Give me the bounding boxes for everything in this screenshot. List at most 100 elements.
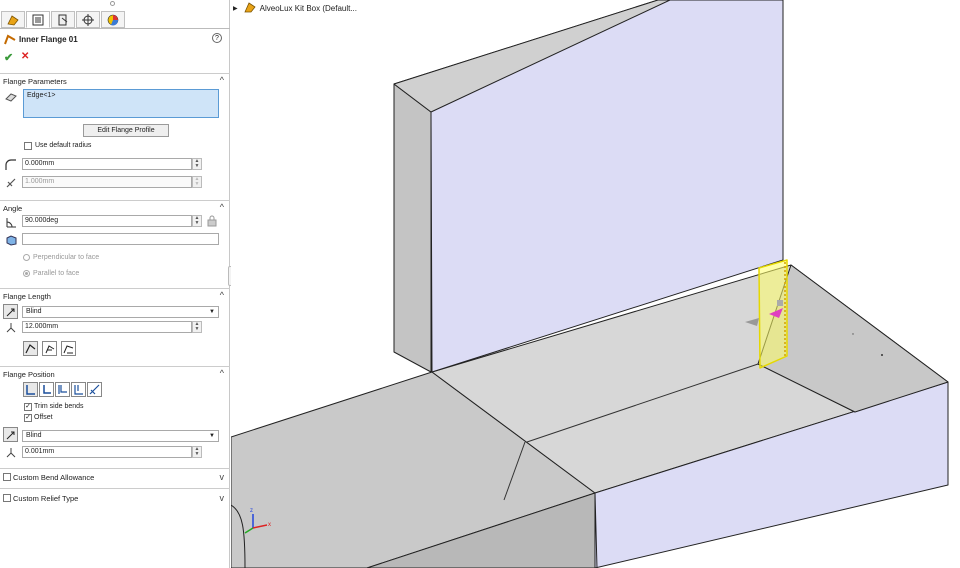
perpendicular-radio <box>23 254 30 261</box>
use-default-radius-checkbox[interactable] <box>24 142 32 150</box>
inner-virtual-sharp-icon <box>45 345 55 354</box>
flange-angle-icon <box>4 215 18 229</box>
offset-checkbox[interactable]: ✓ <box>24 414 32 422</box>
bend-outside-icon <box>58 385 67 394</box>
bend-radius-spinner[interactable]: ▲ ▼ <box>192 158 202 170</box>
flange-length-icon <box>4 321 18 335</box>
flange-length-field[interactable]: 12.000mm <box>22 321 192 333</box>
flange-position-title: Flange Position <box>3 370 55 379</box>
flange-angle-spinner[interactable]: ▲ ▼ <box>192 215 202 227</box>
bend-from-virtual-sharp-icon <box>74 385 83 395</box>
edge-selection-box[interactable]: Edge<1> <box>23 89 219 118</box>
trim-side-bends-checkbox[interactable]: ✓ <box>24 403 32 411</box>
end-condition-value: Blind <box>26 308 42 315</box>
property-manager-panel: Inner Flange 01 ? ✔ ✕ Flange Parameters … <box>0 0 230 568</box>
feature-title: Inner Flange 01 <box>19 35 78 44</box>
custom-relief-type-header[interactable]: Custom Relief Type v <box>0 488 230 508</box>
reverse-direction-icon <box>6 308 14 316</box>
expand-chevron-icon[interactable]: v <box>220 472 225 482</box>
display-manager-icon <box>107 14 119 25</box>
offset-end-condition-value: Blind <box>26 432 42 439</box>
outer-virtual-sharp-button[interactable] <box>23 341 38 356</box>
tab-property-manager[interactable] <box>26 11 50 28</box>
inner-virtual-sharp-button[interactable] <box>42 341 57 356</box>
flange-parameters-header[interactable]: Flange Parameters ^ <box>0 73 230 87</box>
flange-parameters-title: Flange Parameters <box>3 77 67 86</box>
use-default-radius-label: Use default radius <box>35 142 92 149</box>
svg-text:x: x <box>268 522 271 528</box>
outer-virtual-sharp-icon <box>25 344 36 354</box>
dropdown-arrow-icon: ▼ <box>209 433 215 439</box>
material-inside-button[interactable] <box>23 382 38 397</box>
material-outside-button[interactable] <box>39 382 54 397</box>
offset-label: Offset <box>34 414 53 421</box>
cancel-button[interactable]: ✕ <box>21 51 29 62</box>
custom-relief-type-title: Custom Relief Type <box>13 494 79 503</box>
ok-button[interactable]: ✔ <box>4 51 13 64</box>
edge-select-icon <box>4 89 18 103</box>
model-view: z x <box>231 0 949 568</box>
svg-text:z: z <box>250 508 253 514</box>
bend-radius-field[interactable]: 0.000mm <box>22 158 192 170</box>
material-inside-icon <box>26 385 35 395</box>
flange-angle-field[interactable]: 90.000deg <box>22 215 192 227</box>
help-button[interactable]: ? <box>212 33 222 43</box>
feature-manager-icon <box>7 14 19 25</box>
flange-length-header[interactable]: Flange Length ^ <box>0 288 230 302</box>
bend-outside-button[interactable] <box>55 382 70 397</box>
offset-distance-icon <box>4 446 18 460</box>
custom-bend-allowance-title: Custom Bend Allowance <box>13 473 95 482</box>
offset-reverse-direction-button[interactable] <box>3 427 18 442</box>
angle-title: Angle <box>3 204 23 213</box>
tab-dimxpert-manager[interactable] <box>76 11 100 28</box>
configuration-manager-icon <box>58 14 68 25</box>
tangent-bend-icon <box>63 345 74 354</box>
tangent-bend-button[interactable] <box>61 341 76 356</box>
collapse-chevron-icon[interactable]: ^ <box>220 368 224 378</box>
flange-length-title: Flange Length <box>3 292 51 301</box>
tangent-to-bend-icon <box>89 384 100 395</box>
flange-position-header[interactable]: Flange Position ^ <box>0 366 230 380</box>
bend-radius-icon <box>4 158 18 172</box>
reference-face-field[interactable] <box>22 233 219 245</box>
offset-end-condition-select[interactable]: Blind ▼ <box>22 430 219 442</box>
panel-grip[interactable] <box>110 1 115 6</box>
inner-flange-icon <box>3 32 17 46</box>
material-outside-icon <box>43 385 51 394</box>
reverse-direction-icon <box>6 431 14 439</box>
tangent-to-bend-button[interactable] <box>87 382 102 397</box>
collapse-chevron-icon[interactable]: ^ <box>220 290 224 300</box>
angle-header[interactable]: Angle ^ <box>0 200 230 214</box>
dropdown-arrow-icon: ▼ <box>209 309 215 315</box>
trim-side-bends-label: Trim side bends <box>34 403 84 410</box>
property-manager-icon <box>32 14 44 25</box>
custom-bend-allowance-checkbox[interactable] <box>3 473 11 481</box>
bend-from-virtual-sharp-button[interactable] <box>71 382 86 397</box>
crosshair-icon <box>82 13 94 26</box>
expand-chevron-icon[interactable]: v <box>220 493 225 503</box>
parallel-label: Parallel to face <box>33 270 80 277</box>
offset-distance-field[interactable]: 0.001mm <box>22 446 192 458</box>
gap-distance-icon <box>4 176 18 190</box>
reference-face-icon <box>4 233 18 247</box>
end-condition-select[interactable]: Blind ▼ <box>22 306 219 318</box>
reverse-direction-button[interactable] <box>3 304 18 319</box>
edge-item[interactable]: Edge<1> <box>27 92 55 99</box>
gap-distance-field: 1.000mm <box>22 176 192 188</box>
back-wall-side <box>393 83 432 373</box>
parallel-radio <box>23 270 30 277</box>
custom-bend-allowance-header[interactable]: Custom Bend Allowance v <box>0 468 230 488</box>
tab-configuration-manager[interactable] <box>51 11 75 28</box>
graphics-area[interactable]: ▶ AlveoLux Kit Box (Default... z x <box>231 0 960 568</box>
collapse-chevron-icon[interactable]: ^ <box>220 202 224 212</box>
tab-display-manager[interactable] <box>101 11 125 28</box>
gap-distance-spinner: ▲ ▼ <box>192 176 202 188</box>
collapse-chevron-icon[interactable]: ^ <box>220 75 224 85</box>
edit-flange-profile-button[interactable]: Edit Flange Profile <box>83 124 169 137</box>
custom-relief-type-checkbox[interactable] <box>3 494 11 502</box>
manager-tabs <box>0 9 230 29</box>
flange-length-spinner[interactable]: ▲ ▼ <box>192 321 202 333</box>
tab-feature-manager[interactable] <box>1 11 25 28</box>
offset-distance-spinner[interactable]: ▲ ▼ <box>192 446 202 458</box>
lock-icon[interactable] <box>205 214 219 228</box>
